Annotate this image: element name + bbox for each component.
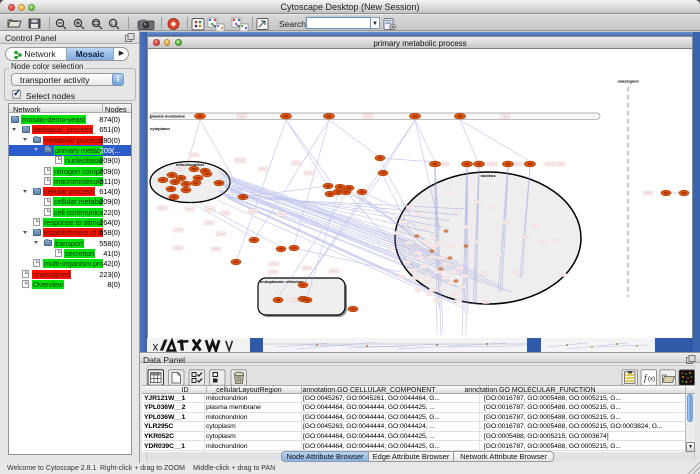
svg-text:cytoplasm: cytoplasm bbox=[150, 126, 170, 131]
svg-text:plasma membrane: plasma membrane bbox=[150, 113, 186, 118]
svg-text:nucleus: nucleus bbox=[480, 173, 496, 178]
svg-text:(x): (x) bbox=[648, 377, 655, 383]
svg-text:1:1: 1:1 bbox=[111, 21, 118, 26]
svg-text:endoplasmic reticulum: endoplasmic reticulum bbox=[260, 279, 304, 284]
svg-text:unassigned: unassigned bbox=[617, 79, 639, 83]
